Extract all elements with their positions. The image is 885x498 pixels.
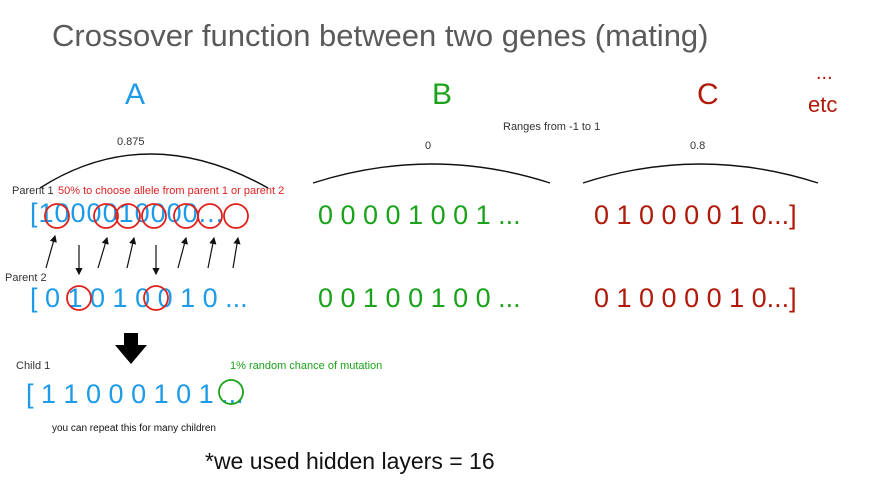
parent2-selection-circles [66,285,169,311]
down-arrow-icon [115,333,147,364]
crossover-arrows [45,234,241,276]
parent1-selection-circles [44,203,249,229]
diagram-overlay [39,153,819,405]
brace-arc-b [312,163,551,184]
brace-arc-c [582,163,819,184]
mutation-circle [218,379,244,405]
brace-arc-a [39,153,269,189]
